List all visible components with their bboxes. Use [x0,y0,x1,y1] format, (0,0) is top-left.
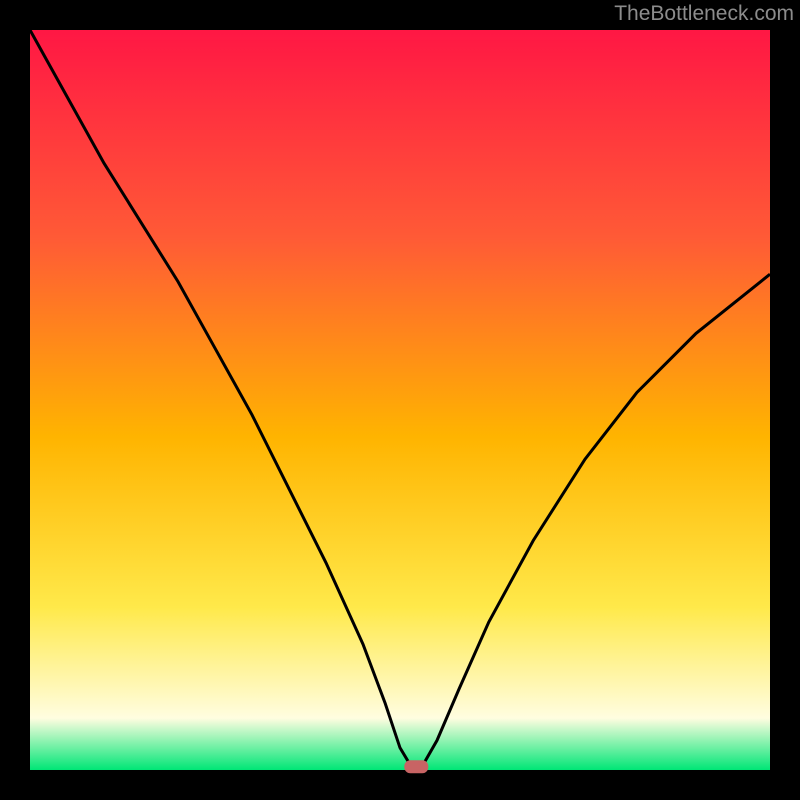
chart-svg [0,0,800,800]
watermark: TheBottleneck.com [614,2,794,26]
optimal-point-marker [404,760,428,773]
plot-area [30,30,770,770]
bottleneck-chart: TheBottleneck.com [0,0,800,800]
